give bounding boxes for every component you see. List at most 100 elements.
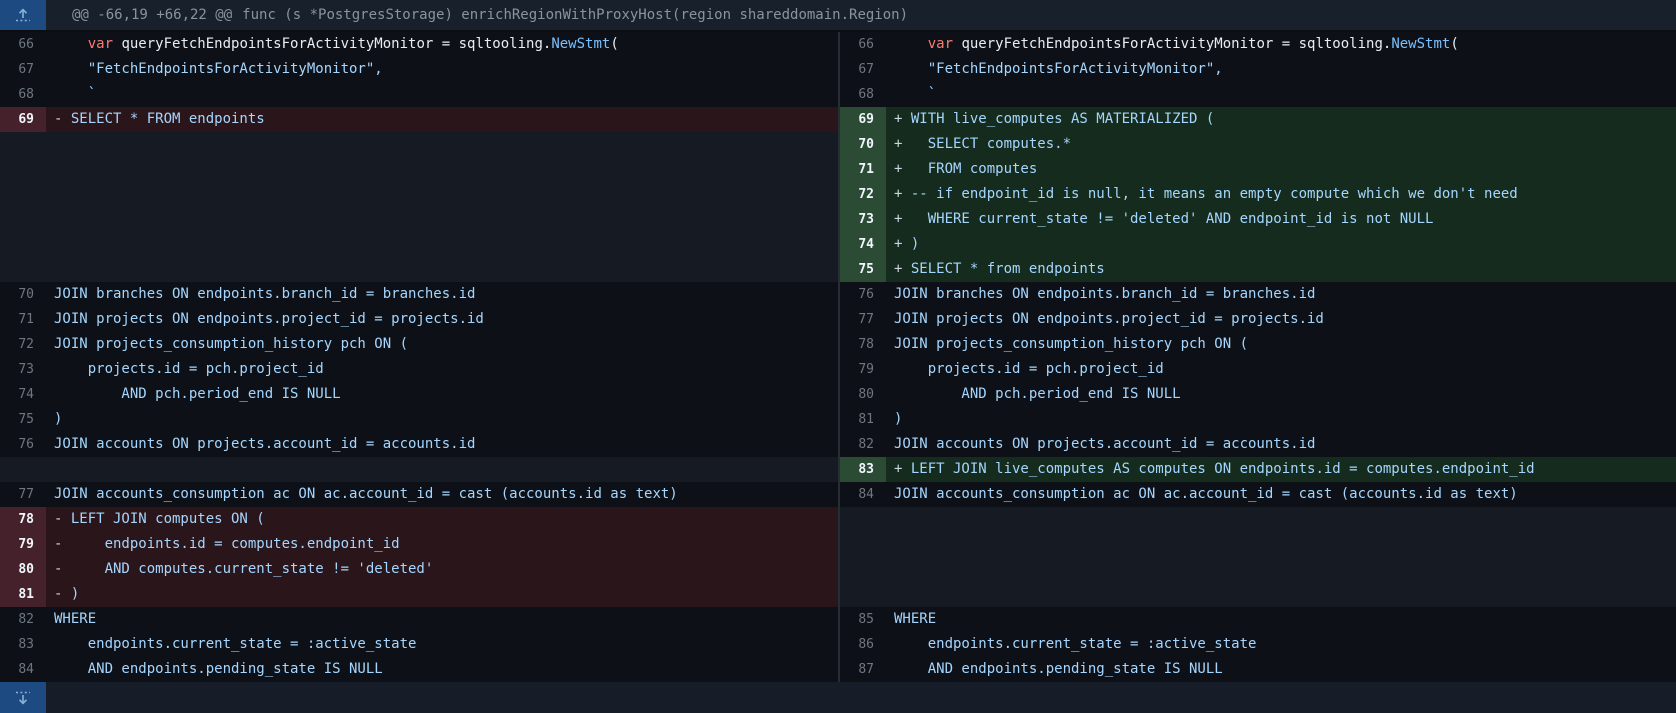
code-line bbox=[46, 132, 838, 157]
diff-filler-row bbox=[0, 132, 838, 157]
diff-row: 83+ LEFT JOIN live_computes AS computes … bbox=[840, 457, 1676, 482]
code-token: LEFT JOIN computes ON ( bbox=[71, 511, 265, 527]
diff-row: 68 ` bbox=[0, 82, 838, 107]
diff-row: 84 AND endpoints.pending_state IS NULL bbox=[0, 657, 838, 682]
expand-up-button[interactable] bbox=[0, 0, 46, 30]
code-token: + bbox=[894, 461, 911, 477]
diff-row: 67 "FetchEndpointsForActivityMonitor", bbox=[0, 57, 838, 82]
line-number[interactable]: 83 bbox=[0, 632, 46, 657]
code-token: JOIN projects ON endpoints.project_id = … bbox=[54, 311, 484, 327]
code-line: - SELECT * FROM endpoints bbox=[46, 107, 838, 132]
line-number[interactable]: 82 bbox=[840, 432, 886, 457]
line-number[interactable]: 80 bbox=[0, 557, 46, 582]
line-number[interactable]: 71 bbox=[840, 157, 886, 182]
line-number[interactable]: 66 bbox=[0, 32, 46, 57]
line-number[interactable]: 66 bbox=[840, 32, 886, 57]
code-token: + bbox=[894, 261, 911, 277]
line-number[interactable]: 81 bbox=[840, 407, 886, 432]
line-number[interactable]: 70 bbox=[840, 132, 886, 157]
diff-filler-row bbox=[840, 557, 1676, 582]
code-token: AND endpoints.pending_state IS NULL bbox=[54, 661, 383, 677]
code-token: var bbox=[88, 36, 113, 52]
diff-filler-row bbox=[0, 157, 838, 182]
diff-row: 77JOIN accounts_consumption ac ON ac.acc… bbox=[0, 482, 838, 507]
line-number[interactable]: 67 bbox=[0, 57, 46, 82]
line-number[interactable]: 83 bbox=[840, 457, 886, 482]
line-number[interactable]: 73 bbox=[0, 357, 46, 382]
line-number[interactable]: 82 bbox=[0, 607, 46, 632]
line-number[interactable]: 71 bbox=[0, 307, 46, 332]
code-token: SELECT * from endpoints bbox=[911, 261, 1105, 277]
line-number[interactable]: 69 bbox=[0, 107, 46, 132]
line-number[interactable]: 85 bbox=[840, 607, 886, 632]
line-number[interactable]: 68 bbox=[0, 82, 46, 107]
line-number bbox=[0, 132, 46, 157]
line-number[interactable]: 72 bbox=[0, 332, 46, 357]
diff-row: 66 var queryFetchEndpointsForActivityMon… bbox=[0, 32, 838, 57]
code-line: JOIN projects ON endpoints.project_id = … bbox=[46, 307, 838, 332]
code-line: projects.id = pch.project_id bbox=[46, 357, 838, 382]
line-number[interactable]: 87 bbox=[840, 657, 886, 682]
line-number[interactable]: 84 bbox=[840, 482, 886, 507]
line-number bbox=[840, 557, 886, 582]
code-line: - LEFT JOIN computes ON ( bbox=[46, 507, 838, 532]
line-number[interactable]: 81 bbox=[0, 582, 46, 607]
line-number[interactable]: 75 bbox=[0, 407, 46, 432]
line-number[interactable]: 80 bbox=[840, 382, 886, 407]
expand-down-icon bbox=[13, 688, 33, 708]
line-number[interactable]: 74 bbox=[840, 232, 886, 257]
diff-row: 79- endpoints.id = computes.endpoint_id bbox=[0, 532, 838, 557]
code-token: FROM computes bbox=[911, 161, 1037, 177]
code-line bbox=[886, 532, 1676, 557]
line-number[interactable]: 79 bbox=[0, 532, 46, 557]
code-token: SELECT * FROM endpoints bbox=[71, 111, 265, 127]
line-number bbox=[0, 457, 46, 482]
code-line: + SELECT * from endpoints bbox=[886, 257, 1676, 282]
line-number[interactable]: 75 bbox=[840, 257, 886, 282]
code-line: - ) bbox=[46, 582, 838, 607]
code-line: + LEFT JOIN live_computes AS computes ON… bbox=[886, 457, 1676, 482]
code-token: ) bbox=[71, 586, 79, 602]
line-number[interactable]: 70 bbox=[0, 282, 46, 307]
line-number[interactable]: 77 bbox=[840, 307, 886, 332]
line-number bbox=[0, 182, 46, 207]
line-number[interactable]: 78 bbox=[0, 507, 46, 532]
code-token: queryFetchEndpointsForActivityMonitor = … bbox=[953, 36, 1391, 52]
diff-filler-row bbox=[0, 207, 838, 232]
line-number[interactable]: 74 bbox=[0, 382, 46, 407]
line-number[interactable]: 79 bbox=[840, 357, 886, 382]
hunk-function-context: func (s *PostgresStorage) enrichRegionWi… bbox=[242, 7, 908, 23]
line-number[interactable]: 69 bbox=[840, 107, 886, 132]
line-number[interactable]: 84 bbox=[0, 657, 46, 682]
code-line: ) bbox=[886, 407, 1676, 432]
code-token: NewStmt bbox=[1391, 36, 1450, 52]
code-token: - bbox=[54, 586, 71, 602]
code-token: - bbox=[54, 111, 71, 127]
line-number[interactable]: 76 bbox=[0, 432, 46, 457]
diff-row: 75) bbox=[0, 407, 838, 432]
diff-row: 70+ SELECT computes.* bbox=[840, 132, 1676, 157]
code-token: JOIN projects_consumption_history pch ON… bbox=[894, 336, 1248, 352]
line-number[interactable]: 76 bbox=[840, 282, 886, 307]
code-line: JOIN projects ON endpoints.project_id = … bbox=[886, 307, 1676, 332]
code-line: projects.id = pch.project_id bbox=[886, 357, 1676, 382]
line-number bbox=[0, 157, 46, 182]
line-number[interactable]: 72 bbox=[840, 182, 886, 207]
code-line: JOIN accounts ON projects.account_id = a… bbox=[886, 432, 1676, 457]
hunk-range-label: @@ -66,19 +66,22 @@ bbox=[72, 7, 232, 23]
expand-down-button[interactable] bbox=[0, 682, 46, 713]
diff-row: 78- LEFT JOIN computes ON ( bbox=[0, 507, 838, 532]
line-number[interactable]: 73 bbox=[840, 207, 886, 232]
code-line: JOIN accounts_consumption ac ON ac.accou… bbox=[46, 482, 838, 507]
line-number[interactable]: 86 bbox=[840, 632, 886, 657]
code-token: - bbox=[54, 511, 71, 527]
line-number[interactable]: 68 bbox=[840, 82, 886, 107]
code-line: endpoints.current_state = :active_state bbox=[886, 632, 1676, 657]
line-number[interactable]: 67 bbox=[840, 57, 886, 82]
diff-row: 70JOIN branches ON endpoints.branch_id =… bbox=[0, 282, 838, 307]
code-line: JOIN accounts_consumption ac ON ac.accou… bbox=[886, 482, 1676, 507]
line-number[interactable]: 77 bbox=[0, 482, 46, 507]
code-token: projects.id = pch.project_id bbox=[54, 361, 324, 377]
diff-row: 85WHERE bbox=[840, 607, 1676, 632]
line-number[interactable]: 78 bbox=[840, 332, 886, 357]
